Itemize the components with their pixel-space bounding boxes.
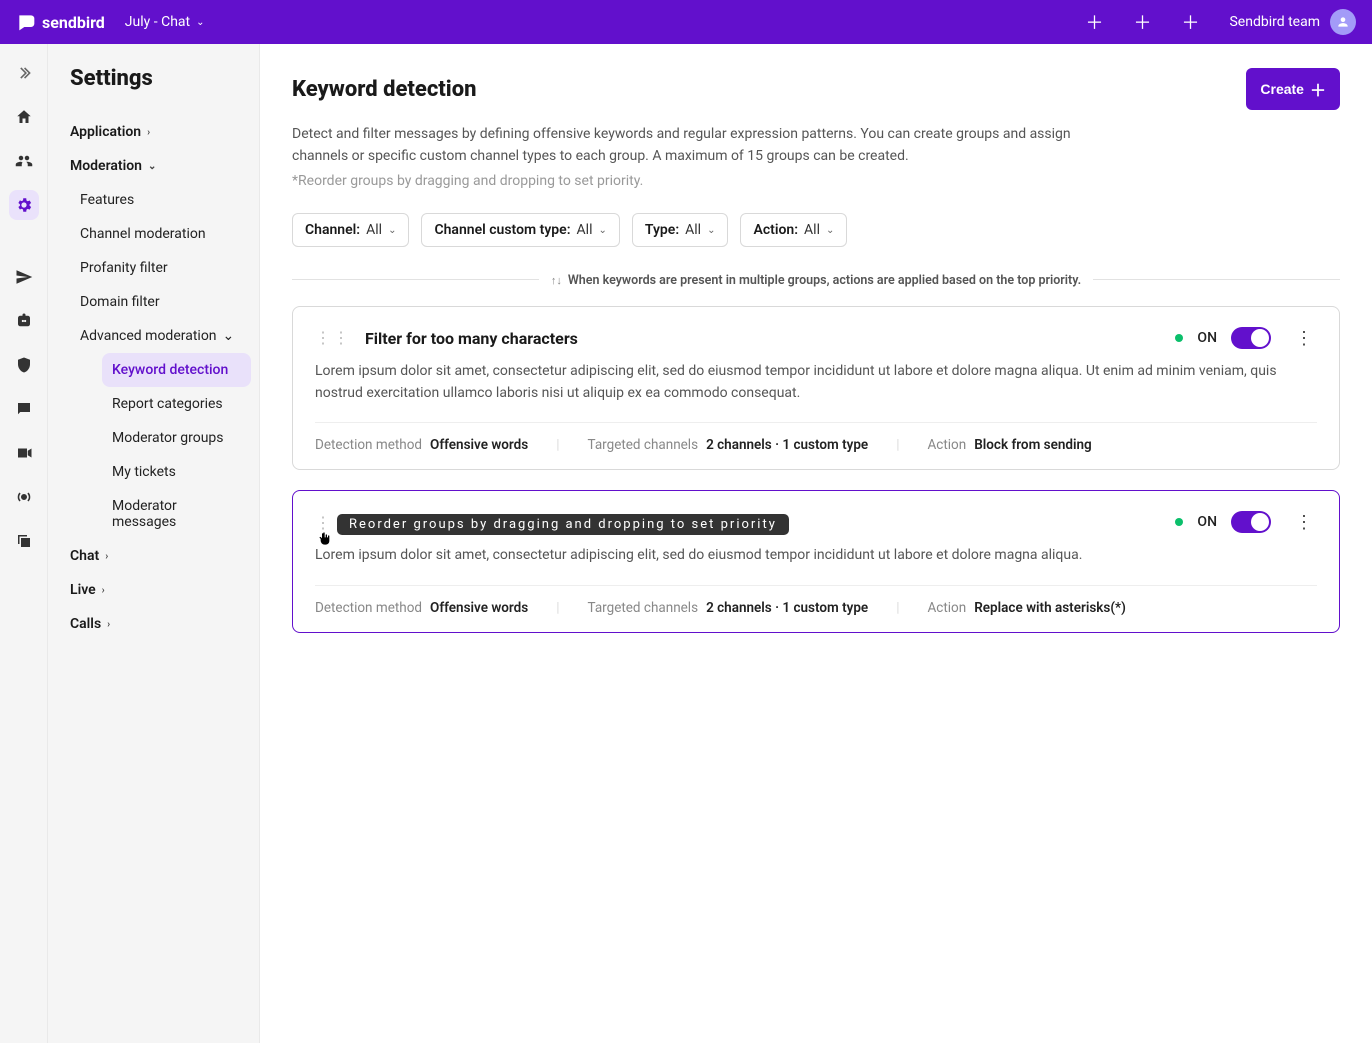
rail-home[interactable] <box>9 102 39 132</box>
create-button[interactable]: Create ＋ <box>1246 68 1340 110</box>
chevron-down-icon: ⌄ <box>598 225 606 236</box>
meta-detection-value: Offensive words <box>430 600 528 616</box>
nav-chat[interactable]: Chat › <box>70 539 251 573</box>
group-description: Lorem ipsum dolor sit amet, consectetur … <box>315 361 1317 404</box>
chevron-down-icon: ⌄ <box>196 17 204 28</box>
more-menu-icon[interactable]: ⋮ <box>1291 512 1317 533</box>
chevron-down-icon: ⌄ <box>223 328 235 344</box>
nav-calls[interactable]: Calls › <box>70 607 251 641</box>
meta-action-value: Replace with asterisks(*) <box>974 600 1126 616</box>
rail-send[interactable] <box>9 262 39 292</box>
meta-channels-value: 2 channels · 1 custom type <box>706 600 868 616</box>
group-title: Filter for too many characters <box>365 329 578 348</box>
status-dot-icon <box>1175 334 1183 342</box>
nav-my-tickets[interactable]: My tickets <box>102 455 251 489</box>
nav-domain-filter[interactable]: Domain filter <box>80 285 251 319</box>
nav-keyword-detection[interactable]: Keyword detection <box>102 353 251 387</box>
topbar-actions: ＋ ＋ ＋ Sendbird team <box>1085 9 1356 35</box>
more-menu-icon[interactable]: ⋮ <box>1291 328 1317 349</box>
drag-tooltip: Reorder groups by dragging and dropping … <box>337 514 789 536</box>
nav-advanced-moderation[interactable]: Advanced moderation ⌄ <box>80 319 251 353</box>
project-switcher[interactable]: July - Chat ⌄ <box>125 14 205 30</box>
rail-chat[interactable] <box>9 394 39 424</box>
create-action-1[interactable]: ＋ <box>1085 9 1103 35</box>
group-card: ⋮⋮ Reorder groups by dragging and droppi… <box>292 490 1340 633</box>
create-action-3[interactable]: ＋ <box>1181 9 1199 35</box>
nav-moderator-groups[interactable]: Moderator groups <box>102 421 251 455</box>
rail-copy[interactable] <box>9 526 39 556</box>
brand-name: sendbird <box>42 13 105 32</box>
rail-bot[interactable] <box>9 306 39 336</box>
status-label: ON <box>1197 514 1217 530</box>
group-card: ⋮⋮ Filter for too many characters ON ⋮ L… <box>292 306 1340 470</box>
filter-custom-type[interactable]: Channel custom type: All ⌄ <box>421 213 619 247</box>
nav-channel-moderation[interactable]: Channel moderation <box>80 217 251 251</box>
priority-hint-bar: ↑↓ When keywords are present in multiple… <box>292 269 1340 288</box>
chevron-down-icon: ⌄ <box>148 161 156 172</box>
rail-video[interactable] <box>9 438 39 468</box>
logo-icon <box>16 12 36 32</box>
filter-action[interactable]: Action: All ⌄ <box>740 213 847 247</box>
sidebar-title: Settings <box>70 66 251 91</box>
status-toggle[interactable] <box>1231 511 1271 533</box>
page-title: Keyword detection <box>292 77 477 102</box>
filter-type[interactable]: Type: All ⌄ <box>632 213 729 247</box>
filter-channel[interactable]: Channel: All ⌄ <box>292 213 409 247</box>
status-label: ON <box>1197 330 1217 346</box>
chevron-down-icon: ⌄ <box>826 225 834 236</box>
page-note: *Reorder groups by dragging and dropping… <box>292 171 1340 193</box>
sort-icon: ↑↓ <box>551 274 562 287</box>
avatar-icon <box>1330 9 1356 35</box>
create-action-2[interactable]: ＋ <box>1133 9 1151 35</box>
chevron-down-icon: ⌄ <box>388 225 396 236</box>
drag-handle-icon[interactable]: ⋮⋮ <box>315 333 351 343</box>
rail-settings[interactable] <box>9 190 39 220</box>
team-name: Sendbird team <box>1229 14 1320 30</box>
rail-broadcast[interactable] <box>9 482 39 512</box>
nav-moderator-messages[interactable]: Moderator messages <box>102 489 251 539</box>
priority-hint-text: When keywords are present in multiple gr… <box>568 273 1081 288</box>
group-meta: Detection method Offensive words | Targe… <box>315 585 1317 616</box>
plus-icon: ＋ <box>1310 77 1326 101</box>
group-meta: Detection method Offensive words | Targe… <box>315 422 1317 453</box>
topbar: sendbird July - Chat ⌄ ＋ ＋ ＋ Sendbird te… <box>0 0 1372 44</box>
chevron-right-icon: › <box>147 127 150 138</box>
meta-channels-value: 2 channels · 1 custom type <box>706 437 868 453</box>
drag-handle-icon[interactable]: ⋮⋮ Reorder groups by dragging and droppi… <box>315 518 351 528</box>
brand-logo[interactable]: sendbird <box>16 12 105 32</box>
project-name: July - Chat <box>125 14 190 30</box>
rail-shield[interactable] <box>9 350 39 380</box>
chevron-right-icon: › <box>105 551 108 562</box>
meta-detection-value: Offensive words <box>430 437 528 453</box>
status-dot-icon <box>1175 518 1183 526</box>
icon-rail <box>0 44 48 1043</box>
filter-bar: Channel: All ⌄ Channel custom type: All … <box>292 213 1340 247</box>
meta-action-value: Block from sending <box>974 437 1092 453</box>
nav-report-categories[interactable]: Report categories <box>102 387 251 421</box>
nav-live[interactable]: Live › <box>70 573 251 607</box>
page-description: Detect and filter messages by defining o… <box>292 124 1072 167</box>
nav-application[interactable]: Application › <box>70 115 251 149</box>
chevron-right-icon: › <box>102 585 105 596</box>
group-description: Lorem ipsum dolor sit amet, consectetur … <box>315 545 1317 567</box>
nav-moderation[interactable]: Moderation ⌄ <box>70 149 251 183</box>
rail-users[interactable] <box>9 146 39 176</box>
team-menu[interactable]: Sendbird team <box>1229 9 1356 35</box>
chevron-right-icon: › <box>107 619 110 630</box>
nav-profanity-filter[interactable]: Profanity filter <box>80 251 251 285</box>
rail-expand[interactable] <box>9 58 39 88</box>
chevron-down-icon: ⌄ <box>707 225 715 236</box>
settings-sidebar: Settings Application › Moderation ⌄ Feat… <box>48 44 260 1043</box>
status-toggle[interactable] <box>1231 327 1271 349</box>
nav-features[interactable]: Features <box>80 183 251 217</box>
main-content: Keyword detection Create ＋ Detect and fi… <box>260 44 1372 1043</box>
